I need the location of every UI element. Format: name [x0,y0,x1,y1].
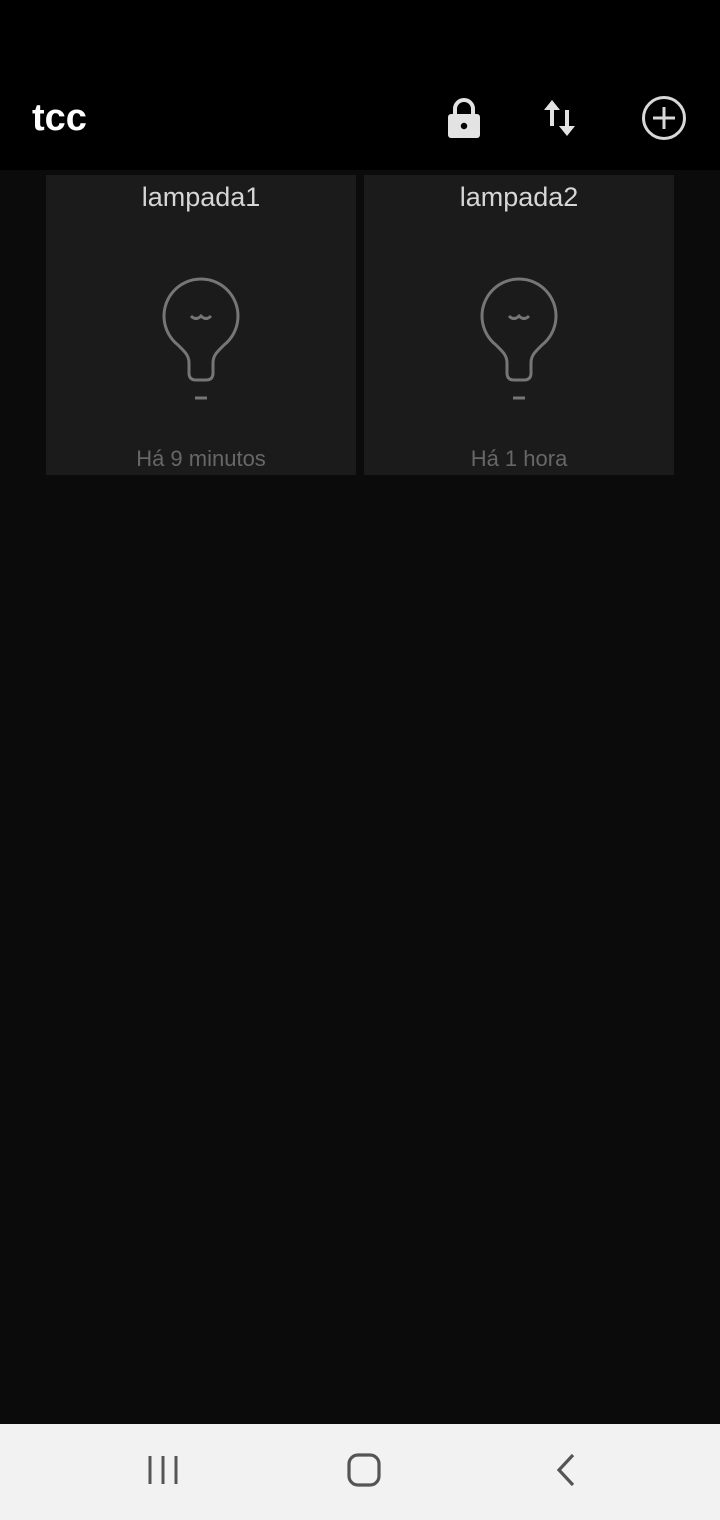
device-tile-lampada2[interactable]: lampada2 Há 1 hora [364,175,674,475]
recents-icon [146,1453,180,1492]
system-nav-bar [0,1424,720,1520]
last-updated: Há 1 hora [470,446,568,471]
lock-button[interactable] [436,90,492,146]
recents-button[interactable] [133,1446,193,1498]
last-updated: Há 9 minutos [136,446,266,471]
back-button[interactable] [536,1446,596,1498]
app-bar: tcc [0,60,720,170]
add-button[interactable] [636,90,692,146]
screen: tcc lampada1 Há 9 minutos lampada2 Há 1 … [0,0,720,1520]
lock-icon [446,97,482,139]
swap-vertical-icon [543,98,577,138]
status-bar [0,0,720,60]
back-icon [554,1452,578,1493]
add-circle-icon [640,94,688,142]
device-tile-lampada1[interactable]: lampada1 Há 9 minutos [46,175,356,475]
home-icon [346,1452,382,1493]
device-name: lampada1 [141,182,261,212]
lightbulb-icon [474,275,564,410]
sort-button[interactable] [532,90,588,146]
lightbulb-icon [156,275,246,410]
app-title: tcc [32,97,87,139]
device-name: lampada2 [459,182,579,212]
home-button[interactable] [334,1446,394,1498]
